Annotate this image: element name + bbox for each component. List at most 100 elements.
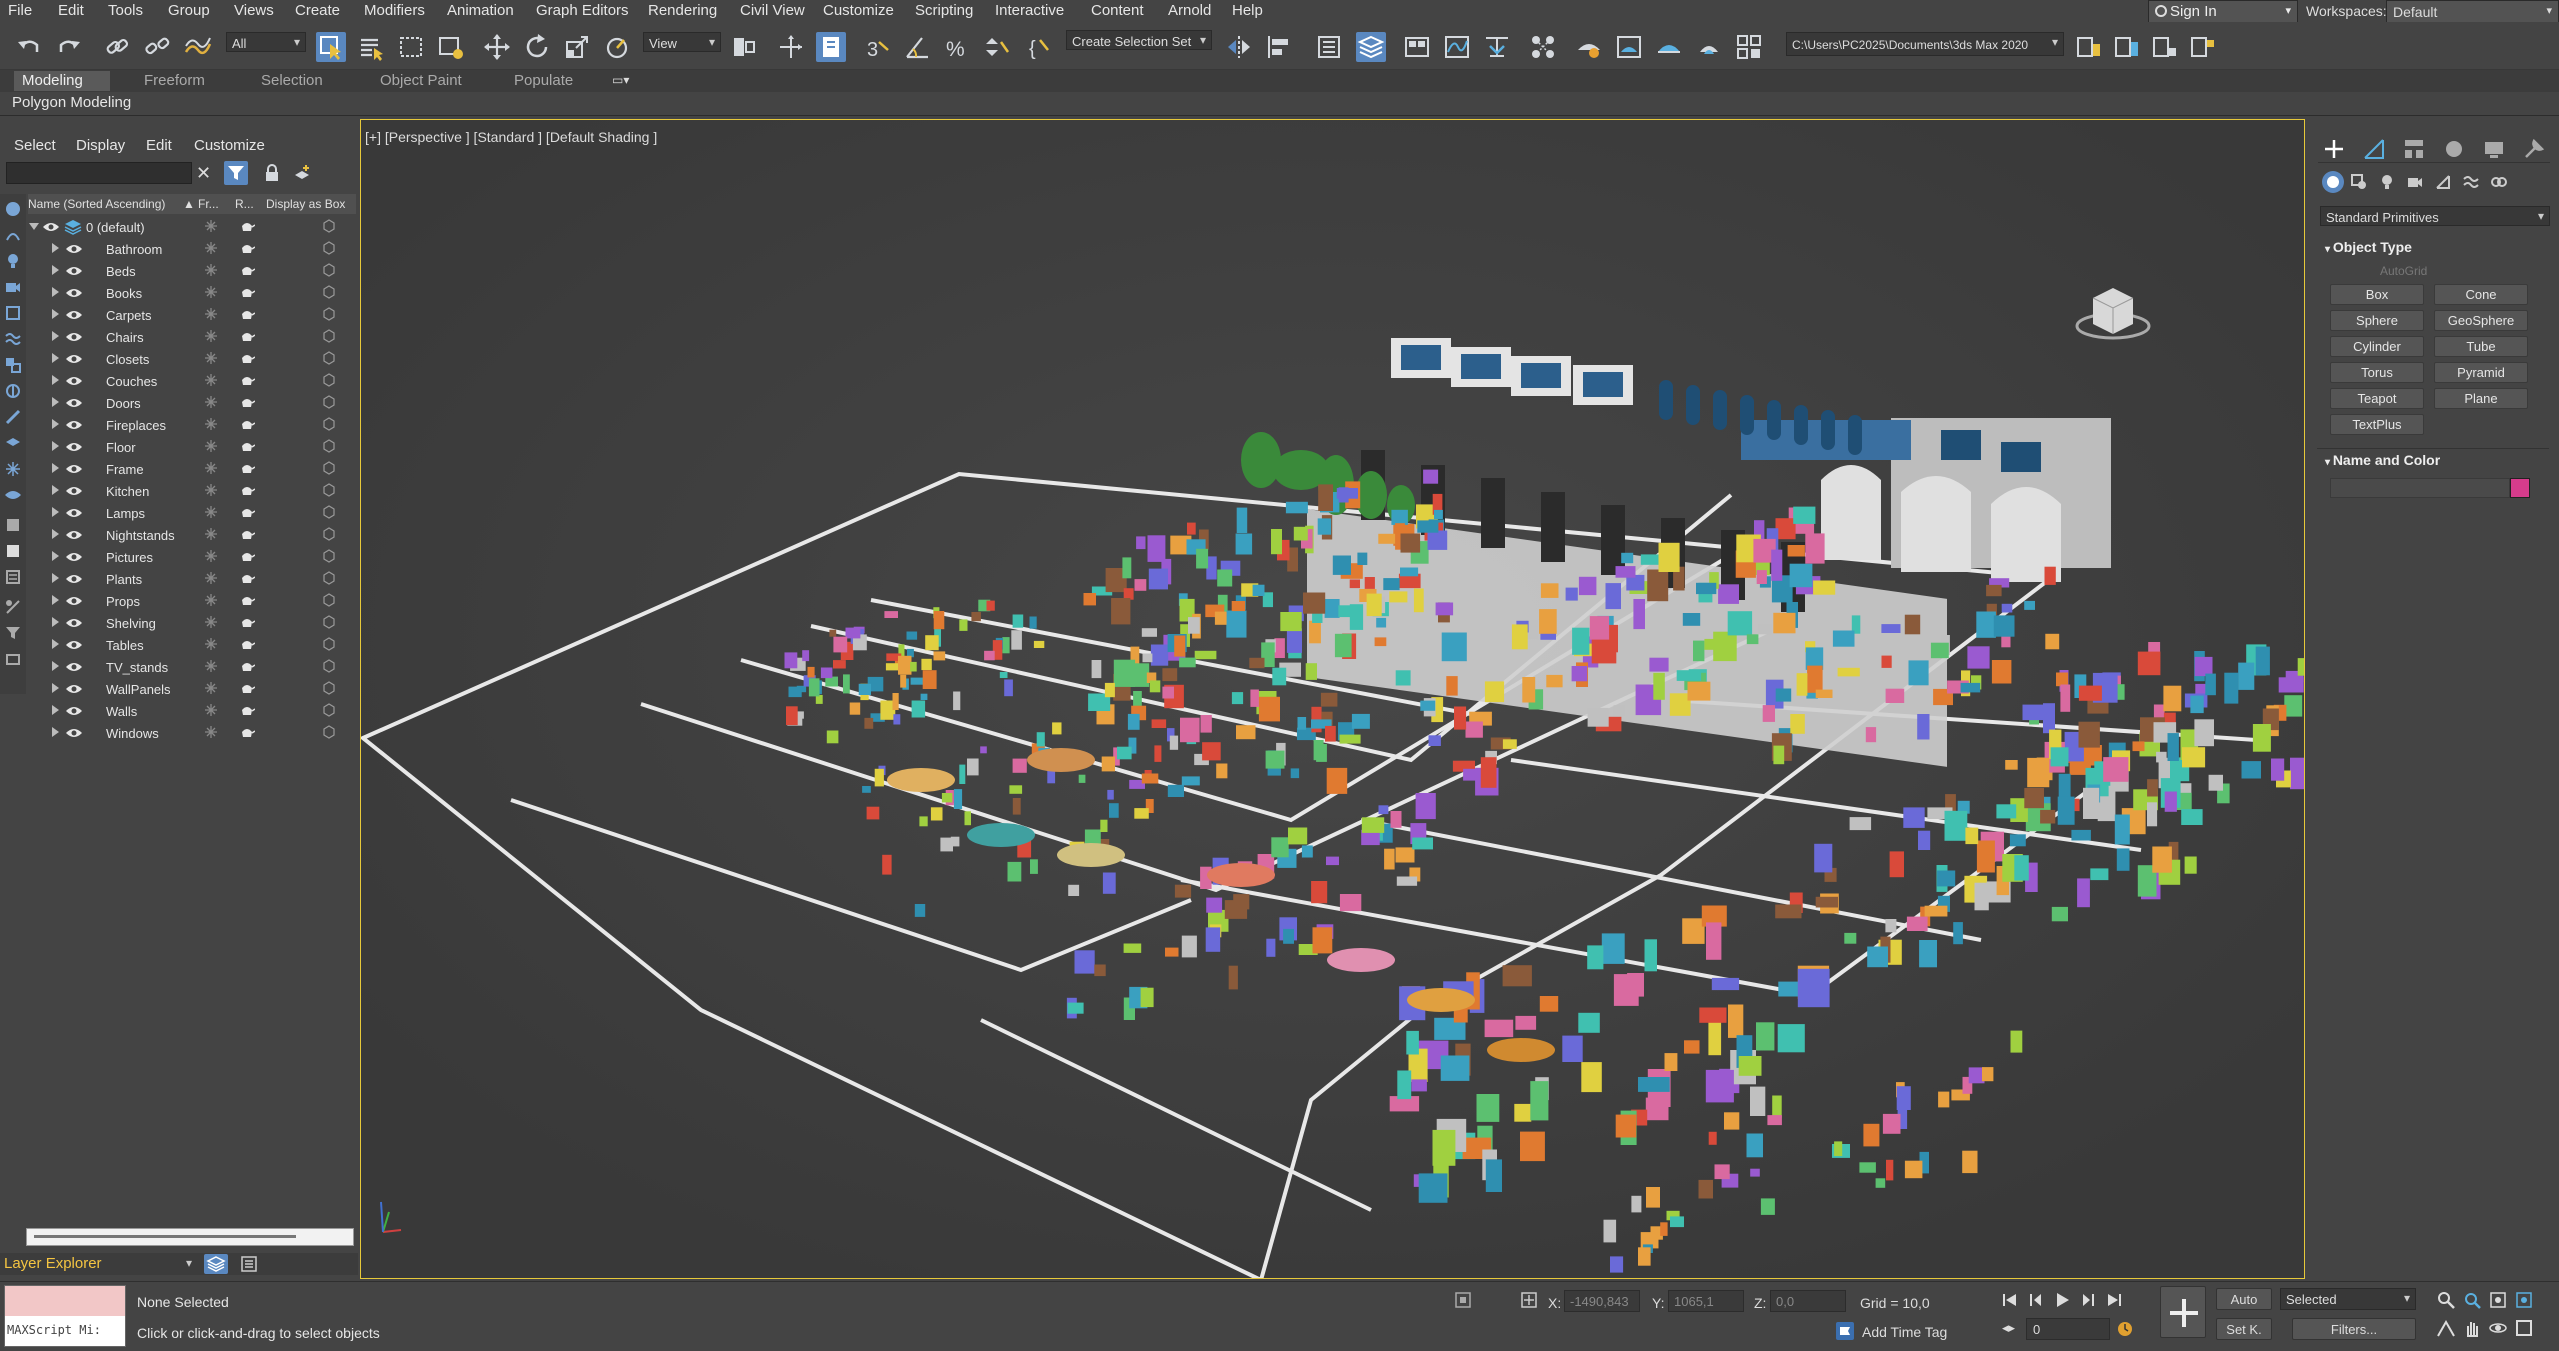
rotate-icon[interactable] — [522, 32, 552, 62]
display-as-box-icon[interactable] — [322, 549, 336, 563]
collapsed-triangle-icon[interactable] — [52, 573, 59, 583]
collapsed-triangle-icon[interactable] — [52, 485, 59, 495]
maxscript-output[interactable] — [5, 1286, 125, 1316]
renderable-teapot-icon[interactable] — [239, 484, 255, 497]
display-as-box-icon[interactable] — [322, 373, 336, 387]
sort-ascending-icon[interactable]: ▲ — [183, 197, 195, 211]
menu-group[interactable]: Group — [168, 2, 210, 19]
object-color-swatch[interactable] — [2510, 478, 2530, 498]
display-as-box-icon[interactable] — [322, 329, 336, 343]
select-and-manipulate-icon[interactable] — [776, 32, 806, 62]
visibility-eye-icon[interactable] — [65, 573, 83, 585]
freeze-icon[interactable] — [204, 439, 218, 453]
unlink-icon[interactable] — [142, 32, 172, 62]
collapsed-triangle-icon[interactable] — [52, 529, 59, 539]
display-helpers-icon[interactable] — [4, 304, 22, 322]
toggle-layer-explorer-icon[interactable] — [1356, 32, 1386, 62]
align-icon[interactable] — [1264, 32, 1294, 62]
display-hidden-icon[interactable] — [4, 486, 22, 504]
freeze-icon[interactable] — [204, 285, 218, 299]
window-crossing-icon[interactable] — [436, 32, 466, 62]
pan-hand-icon[interactable] — [2462, 1318, 2482, 1338]
cylinder-button[interactable]: Cylinder — [2330, 336, 2424, 357]
freeze-icon[interactable] — [204, 483, 218, 497]
display-children-icon[interactable] — [4, 650, 22, 668]
collapsed-triangle-icon[interactable] — [52, 661, 59, 671]
explorer-dropdown-arrow-icon[interactable]: ▾ — [186, 1256, 192, 1270]
freeze-icon[interactable] — [204, 241, 218, 255]
renderable-teapot-icon[interactable] — [239, 330, 255, 343]
clear-search-icon[interactable]: ✕ — [196, 164, 214, 182]
menu-content[interactable]: Content — [1091, 2, 1144, 19]
curve-editor-icon[interactable] — [1442, 32, 1472, 62]
collapsed-triangle-icon[interactable] — [52, 287, 59, 297]
display-as-box-icon[interactable] — [322, 351, 336, 365]
collapsed-triangle-icon[interactable] — [52, 617, 59, 627]
column-name[interactable]: Name (Sorted Ascending) — [28, 197, 165, 211]
hierarchy-tab-icon[interactable] — [2402, 137, 2426, 161]
x-coordinate-field[interactable]: -1490,843 — [1564, 1290, 1640, 1312]
tab-object-paint[interactable]: Object Paint — [372, 71, 470, 91]
collapsed-triangle-icon[interactable] — [52, 639, 59, 649]
layer-explorer-toggle-icon[interactable] — [204, 1254, 228, 1274]
explorer-menu-customize[interactable]: Customize — [194, 137, 265, 154]
renderable-teapot-icon[interactable] — [239, 308, 255, 321]
collapsed-triangle-icon[interactable] — [52, 243, 59, 253]
perspective-viewport[interactable] — [360, 119, 2305, 1279]
menu-rendering[interactable]: Rendering — [648, 2, 717, 19]
freeze-icon[interactable] — [204, 637, 218, 651]
collapsed-triangle-icon[interactable] — [52, 551, 59, 561]
display-as-box-icon[interactable] — [322, 285, 336, 299]
freeze-icon[interactable] — [204, 593, 218, 607]
renderable-teapot-icon[interactable] — [239, 638, 255, 651]
menu-file[interactable]: File — [8, 2, 32, 19]
menu-scripting[interactable]: Scripting — [915, 2, 973, 19]
key-filter-dropdown[interactable]: Selected — [2280, 1288, 2416, 1310]
collapsed-triangle-icon[interactable] — [52, 375, 59, 385]
visibility-eye-icon[interactable] — [65, 375, 83, 387]
display-as-box-icon[interactable] — [322, 681, 336, 695]
visibility-eye-icon[interactable] — [65, 309, 83, 321]
play-icon[interactable] — [2052, 1290, 2072, 1310]
key-filters-button[interactable]: Filters... — [2292, 1318, 2416, 1340]
display-xrefs-icon[interactable] — [4, 382, 22, 400]
display-as-box-icon[interactable] — [322, 703, 336, 717]
visibility-eye-icon[interactable] — [65, 485, 83, 497]
project-settings-icon[interactable] — [2188, 32, 2218, 62]
render-production-icon[interactable] — [1654, 32, 1684, 62]
display-as-box-icon[interactable] — [322, 395, 336, 409]
freeze-icon[interactable] — [204, 527, 218, 541]
object-name-field[interactable] — [2330, 478, 2510, 498]
collapsed-triangle-icon[interactable] — [52, 265, 59, 275]
layer-row-chairs[interactable]: Chairs — [28, 326, 356, 348]
display-as-box-icon[interactable] — [322, 527, 336, 541]
maxscript-input[interactable]: MAXScript Mi: — [5, 1316, 125, 1346]
collapsed-triangle-icon[interactable] — [52, 705, 59, 715]
rendered-frame-window-icon[interactable] — [1614, 32, 1644, 62]
project-path-dropdown[interactable]: C:\Users\PC2025\Documents\3ds Max 2020 — [1786, 32, 2064, 56]
a360-gallery-icon[interactable] — [1734, 32, 1764, 62]
go-to-end-icon[interactable] — [2104, 1290, 2124, 1310]
shapes-category-icon[interactable] — [2350, 173, 2368, 191]
plane-button[interactable]: Plane — [2434, 388, 2528, 409]
display-none-icon[interactable] — [4, 542, 22, 560]
layer-row-default[interactable]: 0 (default) — [28, 216, 356, 238]
renderable-teapot-icon[interactable] — [239, 242, 255, 255]
set-project-folder-icon[interactable] — [2074, 32, 2104, 62]
time-configuration-icon[interactable] — [2116, 1320, 2134, 1338]
bind-to-space-warp-icon[interactable] — [182, 32, 212, 62]
renderable-teapot-icon[interactable] — [239, 264, 255, 277]
add-layer-icon[interactable] — [292, 163, 312, 183]
menu-graph-editors[interactable]: Graph Editors — [536, 2, 629, 19]
menu-modifiers[interactable]: Modifiers — [364, 2, 425, 19]
renderable-teapot-icon[interactable] — [239, 462, 255, 475]
save-project-icon[interactable] — [2150, 32, 2180, 62]
display-as-box-icon[interactable] — [322, 307, 336, 321]
freeze-icon[interactable] — [204, 219, 218, 233]
layer-row-walls[interactable]: Walls — [28, 700, 356, 722]
layer-row-plants[interactable]: Plants — [28, 568, 356, 590]
pyramid-button[interactable]: Pyramid — [2434, 362, 2528, 383]
renderable-teapot-icon[interactable] — [239, 286, 255, 299]
percent-snap-icon[interactable]: % — [942, 32, 972, 62]
explorer-menu-display[interactable]: Display — [76, 137, 125, 154]
